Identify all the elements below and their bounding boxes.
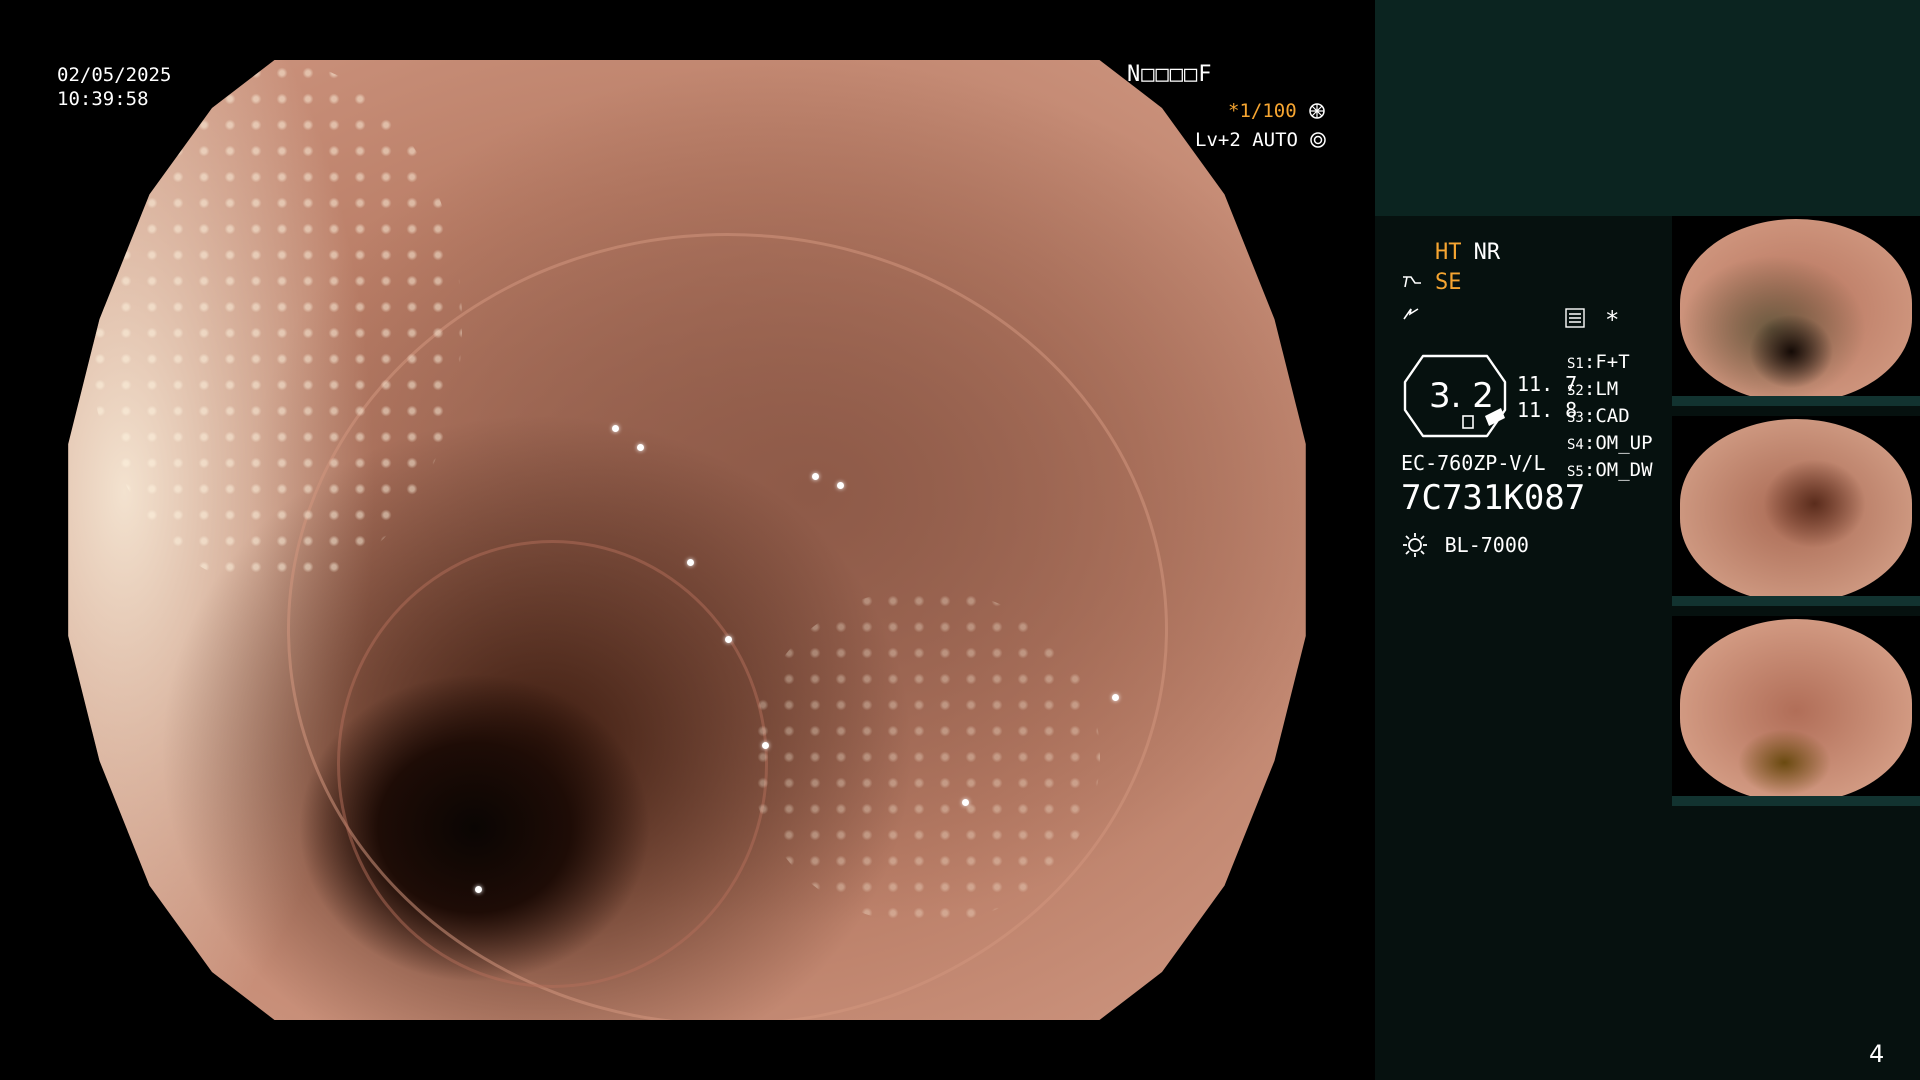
setting-s3: S3:CAD — [1567, 405, 1630, 427]
endoscopic-image — [68, 60, 1306, 1020]
endoscope-video-area: 02/05/2025 10:39:58 N□□□□F *1/100 Lv+2 A… — [0, 0, 1375, 1080]
thumbnail-1[interactable] — [1672, 216, 1920, 406]
light-source-label: BL-7000 — [1444, 533, 1529, 557]
time-label: 10:39:58 — [57, 88, 149, 110]
gauge-value: 3. 2 — [1429, 376, 1494, 416]
scope-model: EC-760ZP-V/L — [1401, 451, 1546, 475]
shutter-row: *1/100 — [1228, 100, 1326, 122]
level-row: Lv+2 AUTO — [1195, 129, 1327, 151]
shutter-speed: *1/100 — [1228, 100, 1297, 122]
settings-list: S1:F+T S2:LM S3:CAD S4:OM_UP S5:OM_DW — [1567, 350, 1653, 485]
nr-indicator: NR — [1473, 240, 1501, 265]
light-reflection — [812, 472, 819, 480]
thumbnail-2[interactable] — [1672, 416, 1920, 606]
light-reflection — [1112, 693, 1119, 701]
page-number: 4 — [1869, 1040, 1885, 1068]
scope-serial: 7C731K087 — [1401, 478, 1586, 518]
light-icon — [1403, 533, 1427, 557]
light-reflection — [612, 424, 619, 432]
menu-icon — [1565, 308, 1585, 328]
level-label: Lv+2 AUTO — [1195, 129, 1298, 151]
mucosal-fold — [337, 540, 768, 988]
scope-icon — [1403, 276, 1421, 288]
light-reflection — [762, 741, 769, 749]
ht-indicator: HT — [1435, 240, 1462, 265]
shutter-icon — [1309, 103, 1325, 119]
thumbnail-3[interactable] — [1672, 616, 1920, 806]
setting-s1: S1:F+T — [1567, 351, 1630, 373]
light-reflection — [637, 444, 644, 451]
mode-code: N□□□□F — [1127, 62, 1213, 87]
light-reflection — [724, 636, 732, 643]
setting-s2: S2:LM — [1567, 378, 1619, 400]
bubble-cluster — [749, 588, 1100, 924]
light-reflection — [474, 885, 482, 893]
auto-icon — [1310, 132, 1327, 148]
bubble-cluster — [87, 60, 462, 588]
light-source-row: BL-7000 — [1401, 530, 1529, 558]
flash-icon — [1403, 308, 1419, 320]
panel-header-block — [1375, 0, 1920, 216]
setting-s4: S4:OM_UP — [1567, 432, 1653, 454]
info-panel: HT NR SE * 3. 2 11. 7 11. 8 S1:F+T S2:LM… — [1375, 0, 1920, 1080]
date-label: 02/05/2025 — [57, 64, 172, 86]
se-indicator: SE — [1435, 270, 1462, 295]
